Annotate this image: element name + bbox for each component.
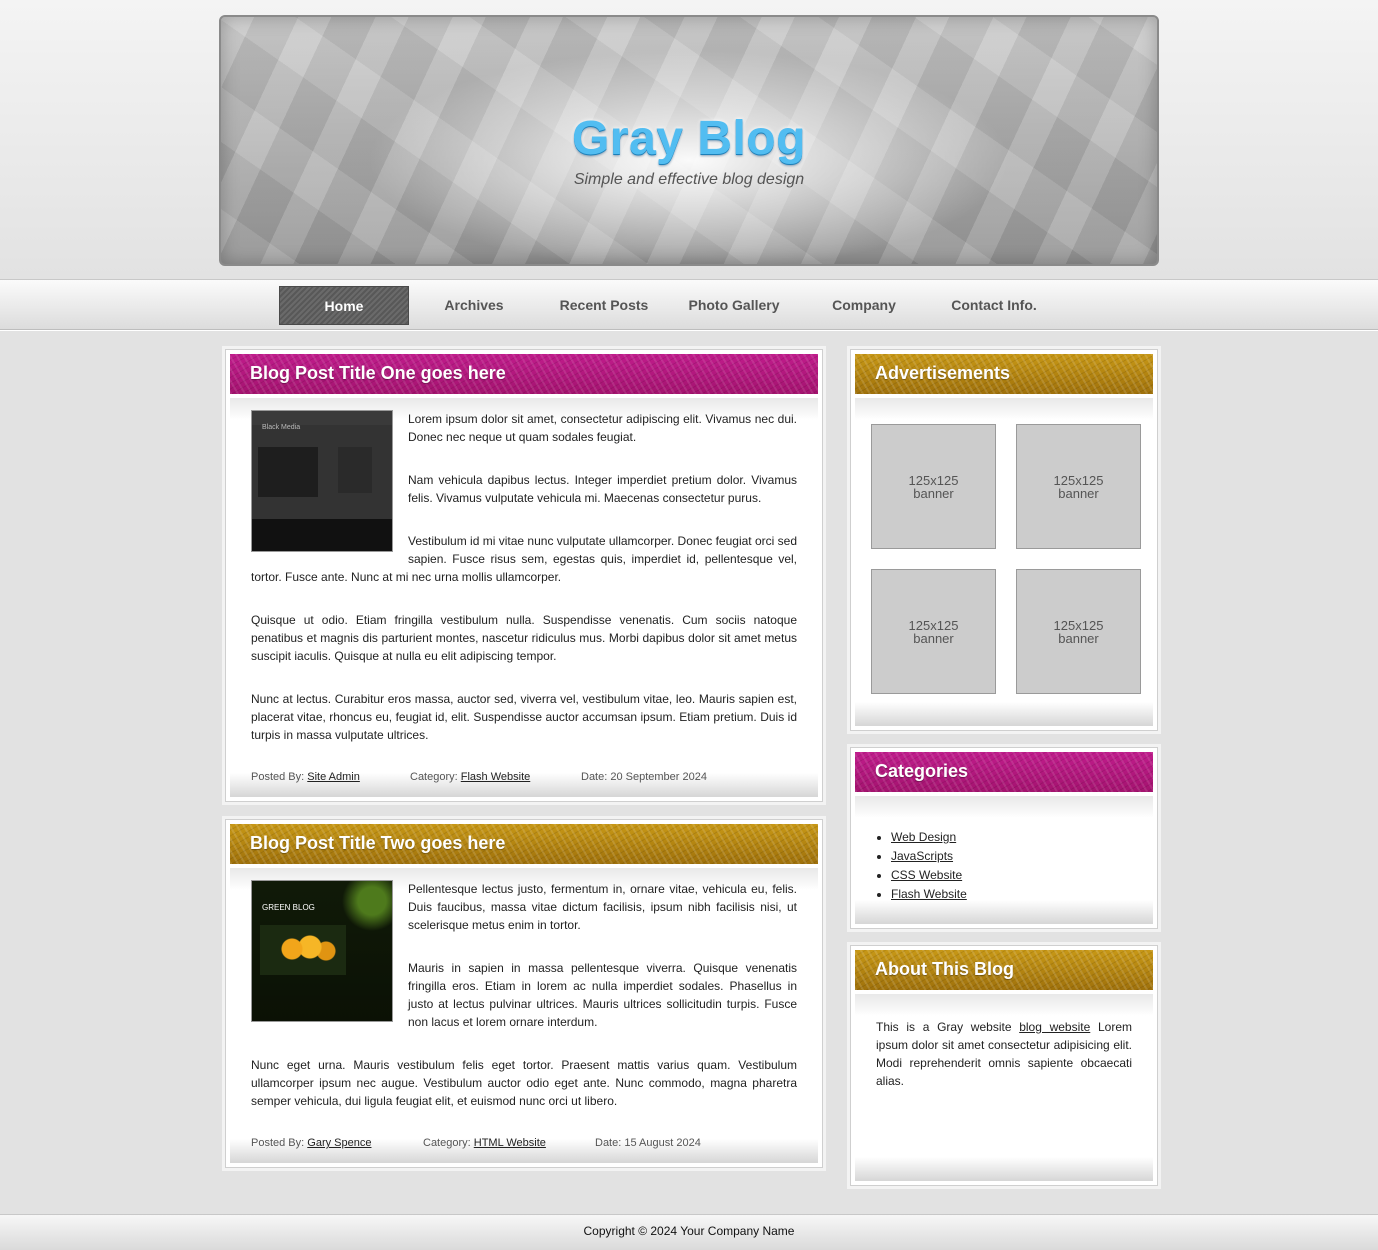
blog-post: Blog Post Title One goes here Black Medi… (225, 349, 823, 802)
nav-company[interactable]: Company (799, 286, 929, 325)
category-link-css-website[interactable]: CSS Website (891, 868, 962, 882)
advertisements-widget: Advertisements 125x125 banner 125x125 ba… (850, 349, 1158, 731)
ad-type-text: banner (913, 486, 954, 501)
nav-contact-info[interactable]: Contact Info. (929, 286, 1059, 325)
post-date: Date: 15 August 2024 (595, 1137, 701, 1149)
ad-banner[interactable]: 125x125 banner (1016, 424, 1141, 549)
post-date: Date: 20 September 2024 (581, 771, 707, 783)
advertisements-body: 125x125 banner 125x125 banner 125x125 ba… (855, 398, 1153, 726)
author-link[interactable]: Gary Spence (307, 1137, 371, 1149)
category-link-web-design[interactable]: Web Design (891, 830, 956, 844)
post-thumbnail[interactable]: Black Media (251, 410, 393, 552)
nav-archives[interactable]: Archives (409, 286, 539, 325)
post-author-meta: Posted By: Gary Spence (251, 1137, 371, 1149)
categories-body: Web Design JavaScripts CSS Website Flash… (855, 796, 1153, 924)
categories-widget: Categories Web Design JavaScripts CSS We… (850, 747, 1158, 929)
about-body: This is a Gray website blog website Lore… (855, 994, 1153, 1181)
post-category-meta: Category: HTML Website (423, 1137, 546, 1149)
about-widget: About This Blog This is a Gray website b… (850, 945, 1158, 1186)
about-heading: About This Blog (855, 950, 1153, 990)
post-title[interactable]: Blog Post Title Two goes here (230, 824, 818, 864)
thumbnail-caption: GREEN BLOG (262, 903, 315, 912)
category-link[interactable]: Flash Website (461, 771, 531, 783)
author-link[interactable]: Site Admin (307, 771, 360, 783)
list-item: Web Design (891, 828, 967, 847)
site-tagline: Simple and effective blog design (573, 171, 805, 188)
posted-by-label: Posted By: (251, 771, 305, 783)
post-body: Black Media Lorem ipsum dolor sit amet, … (230, 398, 818, 797)
list-item: JavaScripts (891, 847, 967, 866)
post-body: GREEN BLOG Pellentesque lectus justo, fe… (230, 868, 818, 1163)
list-item: CSS Website (891, 866, 967, 885)
category-label: Category: (423, 1137, 471, 1149)
thumbnail-caption: Black Media (262, 424, 301, 431)
about-text: This is a Gray website blog website Lore… (876, 1018, 1132, 1090)
categories-heading: Categories (855, 752, 1153, 792)
header-banner: Gray Blog Simple and effective blog desi… (219, 15, 1159, 266)
ad-banner[interactable]: 125x125 banner (1016, 569, 1141, 694)
ad-type-text: banner (1058, 631, 1099, 646)
post-content: Black Media Lorem ipsum dolor sit amet, … (251, 410, 797, 769)
post-paragraph: Quisque ut odio. Etiam fringilla vestibu… (251, 613, 797, 663)
category-label: Category: (410, 771, 458, 783)
nav-home[interactable]: Home (279, 286, 409, 325)
footer: Copyright © 2024 Your Company Name (0, 1214, 1378, 1250)
blog-post: Blog Post Title Two goes here GREEN BLOG… (225, 819, 823, 1168)
blog-website-link[interactable]: blog website (1019, 1020, 1090, 1034)
site-title: Gray Blog (572, 112, 806, 165)
ad-type-text: banner (1058, 486, 1099, 501)
nav-recent-posts[interactable]: Recent Posts (539, 286, 669, 325)
ad-banner[interactable]: 125x125 banner (871, 424, 996, 549)
advertisements-heading: Advertisements (855, 354, 1153, 394)
ad-banner[interactable]: 125x125 banner (871, 569, 996, 694)
about-text-start: This is a Gray website (876, 1020, 1020, 1034)
main-navigation: Home Archives Recent Posts Photo Gallery… (0, 279, 1378, 330)
copyright-text: Copyright © 2024 Your Company Name (583, 1224, 795, 1238)
ad-type-text: banner (913, 631, 954, 646)
post-paragraph: Nunc eget urna. Mauris vestibulum felis … (251, 1058, 797, 1108)
category-link-flash-website[interactable]: Flash Website (891, 887, 967, 901)
nav-photo-gallery[interactable]: Photo Gallery (669, 286, 799, 325)
category-link-javascripts[interactable]: JavaScripts (891, 849, 953, 863)
categories-list: Web Design JavaScripts CSS Website Flash… (891, 828, 967, 904)
category-link[interactable]: HTML Website (474, 1137, 546, 1149)
post-content: GREEN BLOG Pellentesque lectus justo, fe… (251, 880, 797, 1135)
list-item: Flash Website (891, 885, 967, 904)
post-title[interactable]: Blog Post Title One goes here (230, 354, 818, 394)
post-thumbnail[interactable]: GREEN BLOG (251, 880, 393, 1022)
post-paragraph: Nunc at lectus. Curabitur eros massa, au… (251, 692, 797, 742)
post-author-meta: Posted By: Site Admin (251, 771, 360, 783)
post-category-meta: Category: Flash Website (410, 771, 530, 783)
posted-by-label: Posted By: (251, 1137, 305, 1149)
